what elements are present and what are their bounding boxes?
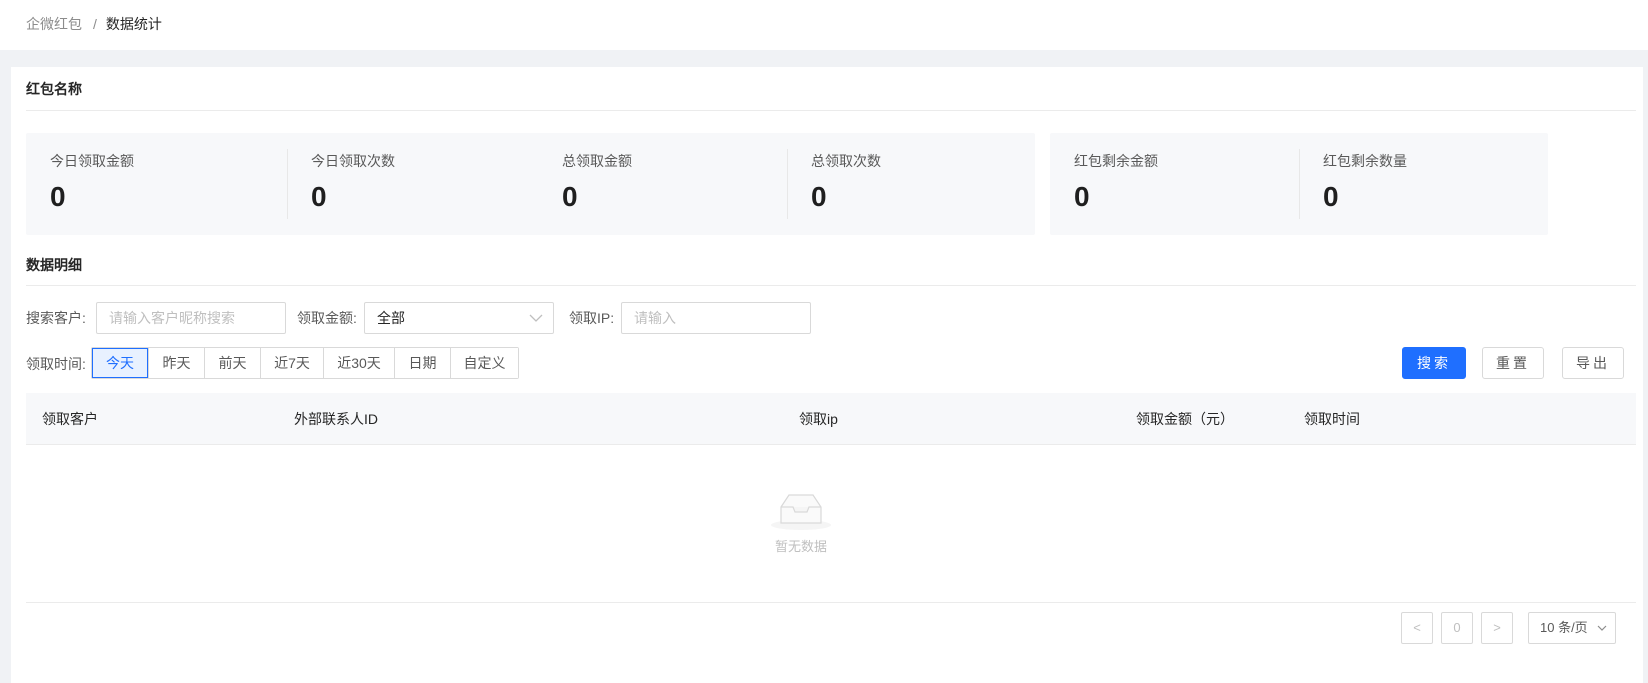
summary-divider bbox=[26, 110, 1636, 111]
stat-label: 总领取次数 bbox=[811, 153, 881, 169]
time-option-custom[interactable]: 自定义 bbox=[450, 348, 518, 378]
column-header-ip: 领取ip bbox=[799, 411, 838, 427]
stat-label: 红包剩余数量 bbox=[1323, 153, 1407, 169]
breadcrumb-separator: / bbox=[93, 16, 97, 32]
main-card: 红包名称 今日领取金额 0 今日领取次数 0 总领取金额 0 总领取次数 0 红… bbox=[11, 67, 1643, 683]
stat-value: 0 bbox=[1323, 181, 1339, 212]
top-bar: 企微红包 / 数据统计 bbox=[0, 0, 1648, 50]
empty-text: 暂无数据 bbox=[774, 539, 827, 554]
stat-group-total: 总领取金额 0 总领取次数 0 bbox=[538, 133, 1035, 235]
page-size-value: 10 条/页 bbox=[1540, 620, 1588, 635]
search-button[interactable]: 搜索 bbox=[1402, 347, 1466, 379]
column-header-time: 领取时间 bbox=[1304, 411, 1360, 427]
column-header-external-id: 外部联系人ID bbox=[294, 411, 378, 427]
stat-label: 今日领取金额 bbox=[50, 153, 134, 169]
column-header-customer: 领取客户 bbox=[42, 411, 98, 427]
ip-filter-input[interactable]: 请输入 bbox=[621, 302, 811, 334]
time-filter-segmented: 今天 昨天 前天 近7天 近30天 日期 自定义 bbox=[91, 347, 519, 379]
export-button[interactable]: 导出 bbox=[1562, 347, 1624, 379]
stat-value: 0 bbox=[311, 181, 327, 212]
detail-divider bbox=[26, 285, 1636, 286]
table-header: 领取客户 外部联系人ID 领取ip 领取金额（元） 领取时间 bbox=[26, 393, 1636, 445]
pagination-next-button[interactable]: > bbox=[1481, 612, 1513, 644]
table-bottom-divider bbox=[26, 602, 1636, 603]
summary-section-title: 红包名称 bbox=[26, 81, 82, 97]
time-option-30days[interactable]: 近30天 bbox=[323, 348, 394, 378]
stat-remaining-amount: 红包剩余金额 0 bbox=[1050, 133, 1311, 235]
pagination-current-page[interactable]: 0 bbox=[1441, 612, 1473, 644]
stat-today-amount: 今日领取金额 0 bbox=[26, 133, 287, 235]
chevron-down-icon bbox=[529, 314, 543, 322]
stat-today-count: 今日领取次数 0 bbox=[287, 133, 548, 235]
time-filter-label: 领取时间: bbox=[26, 356, 86, 372]
time-option-day-before[interactable]: 前天 bbox=[204, 348, 260, 378]
stat-remaining-count: 红包剩余数量 0 bbox=[1299, 133, 1560, 235]
stat-label: 今日领取次数 bbox=[311, 153, 395, 169]
amount-filter-select[interactable]: 全部 bbox=[364, 302, 554, 334]
time-option-today[interactable]: 今天 bbox=[92, 348, 148, 378]
stat-value: 0 bbox=[811, 181, 827, 212]
column-header-amount: 领取金额（元） bbox=[1136, 411, 1234, 427]
stat-group-today: 今日领取金额 0 今日领取次数 0 bbox=[26, 133, 548, 235]
time-option-yesterday[interactable]: 昨天 bbox=[148, 348, 204, 378]
stat-label: 总领取金额 bbox=[562, 153, 632, 169]
stat-total-amount: 总领取金额 0 bbox=[538, 133, 799, 235]
stat-label: 红包剩余金额 bbox=[1074, 153, 1158, 169]
chevron-down-icon bbox=[1597, 625, 1607, 631]
page-size-select[interactable]: 10 条/页 bbox=[1528, 612, 1616, 644]
stat-total-count: 总领取次数 0 bbox=[787, 133, 1048, 235]
empty-state: 暂无数据 bbox=[741, 489, 861, 556]
reset-button[interactable]: 重置 bbox=[1482, 347, 1544, 379]
customer-search-label: 搜索客户: bbox=[26, 310, 86, 326]
empty-inbox-icon bbox=[771, 494, 831, 530]
customer-search-input[interactable]: 请输入客户昵称搜索 bbox=[96, 302, 286, 334]
breadcrumb: 企微红包 / 数据统计 bbox=[26, 15, 162, 33]
breadcrumb-current: 数据统计 bbox=[105, 16, 162, 32]
time-option-date[interactable]: 日期 bbox=[394, 348, 450, 378]
ip-filter-label: 领取IP: bbox=[569, 310, 615, 326]
pagination-prev-button[interactable]: < bbox=[1401, 612, 1433, 644]
stat-value: 0 bbox=[1074, 181, 1090, 212]
breadcrumb-parent-link[interactable]: 企微红包 bbox=[26, 16, 82, 32]
detail-section-title: 数据明细 bbox=[26, 257, 82, 273]
stat-group-remaining: 红包剩余金额 0 红包剩余数量 0 bbox=[1050, 133, 1548, 235]
stat-value: 0 bbox=[562, 181, 578, 212]
time-option-7days[interactable]: 近7天 bbox=[260, 348, 323, 378]
amount-filter-value: 全部 bbox=[377, 310, 405, 326]
amount-filter-label: 领取金额: bbox=[297, 310, 357, 326]
stat-value: 0 bbox=[50, 181, 66, 212]
